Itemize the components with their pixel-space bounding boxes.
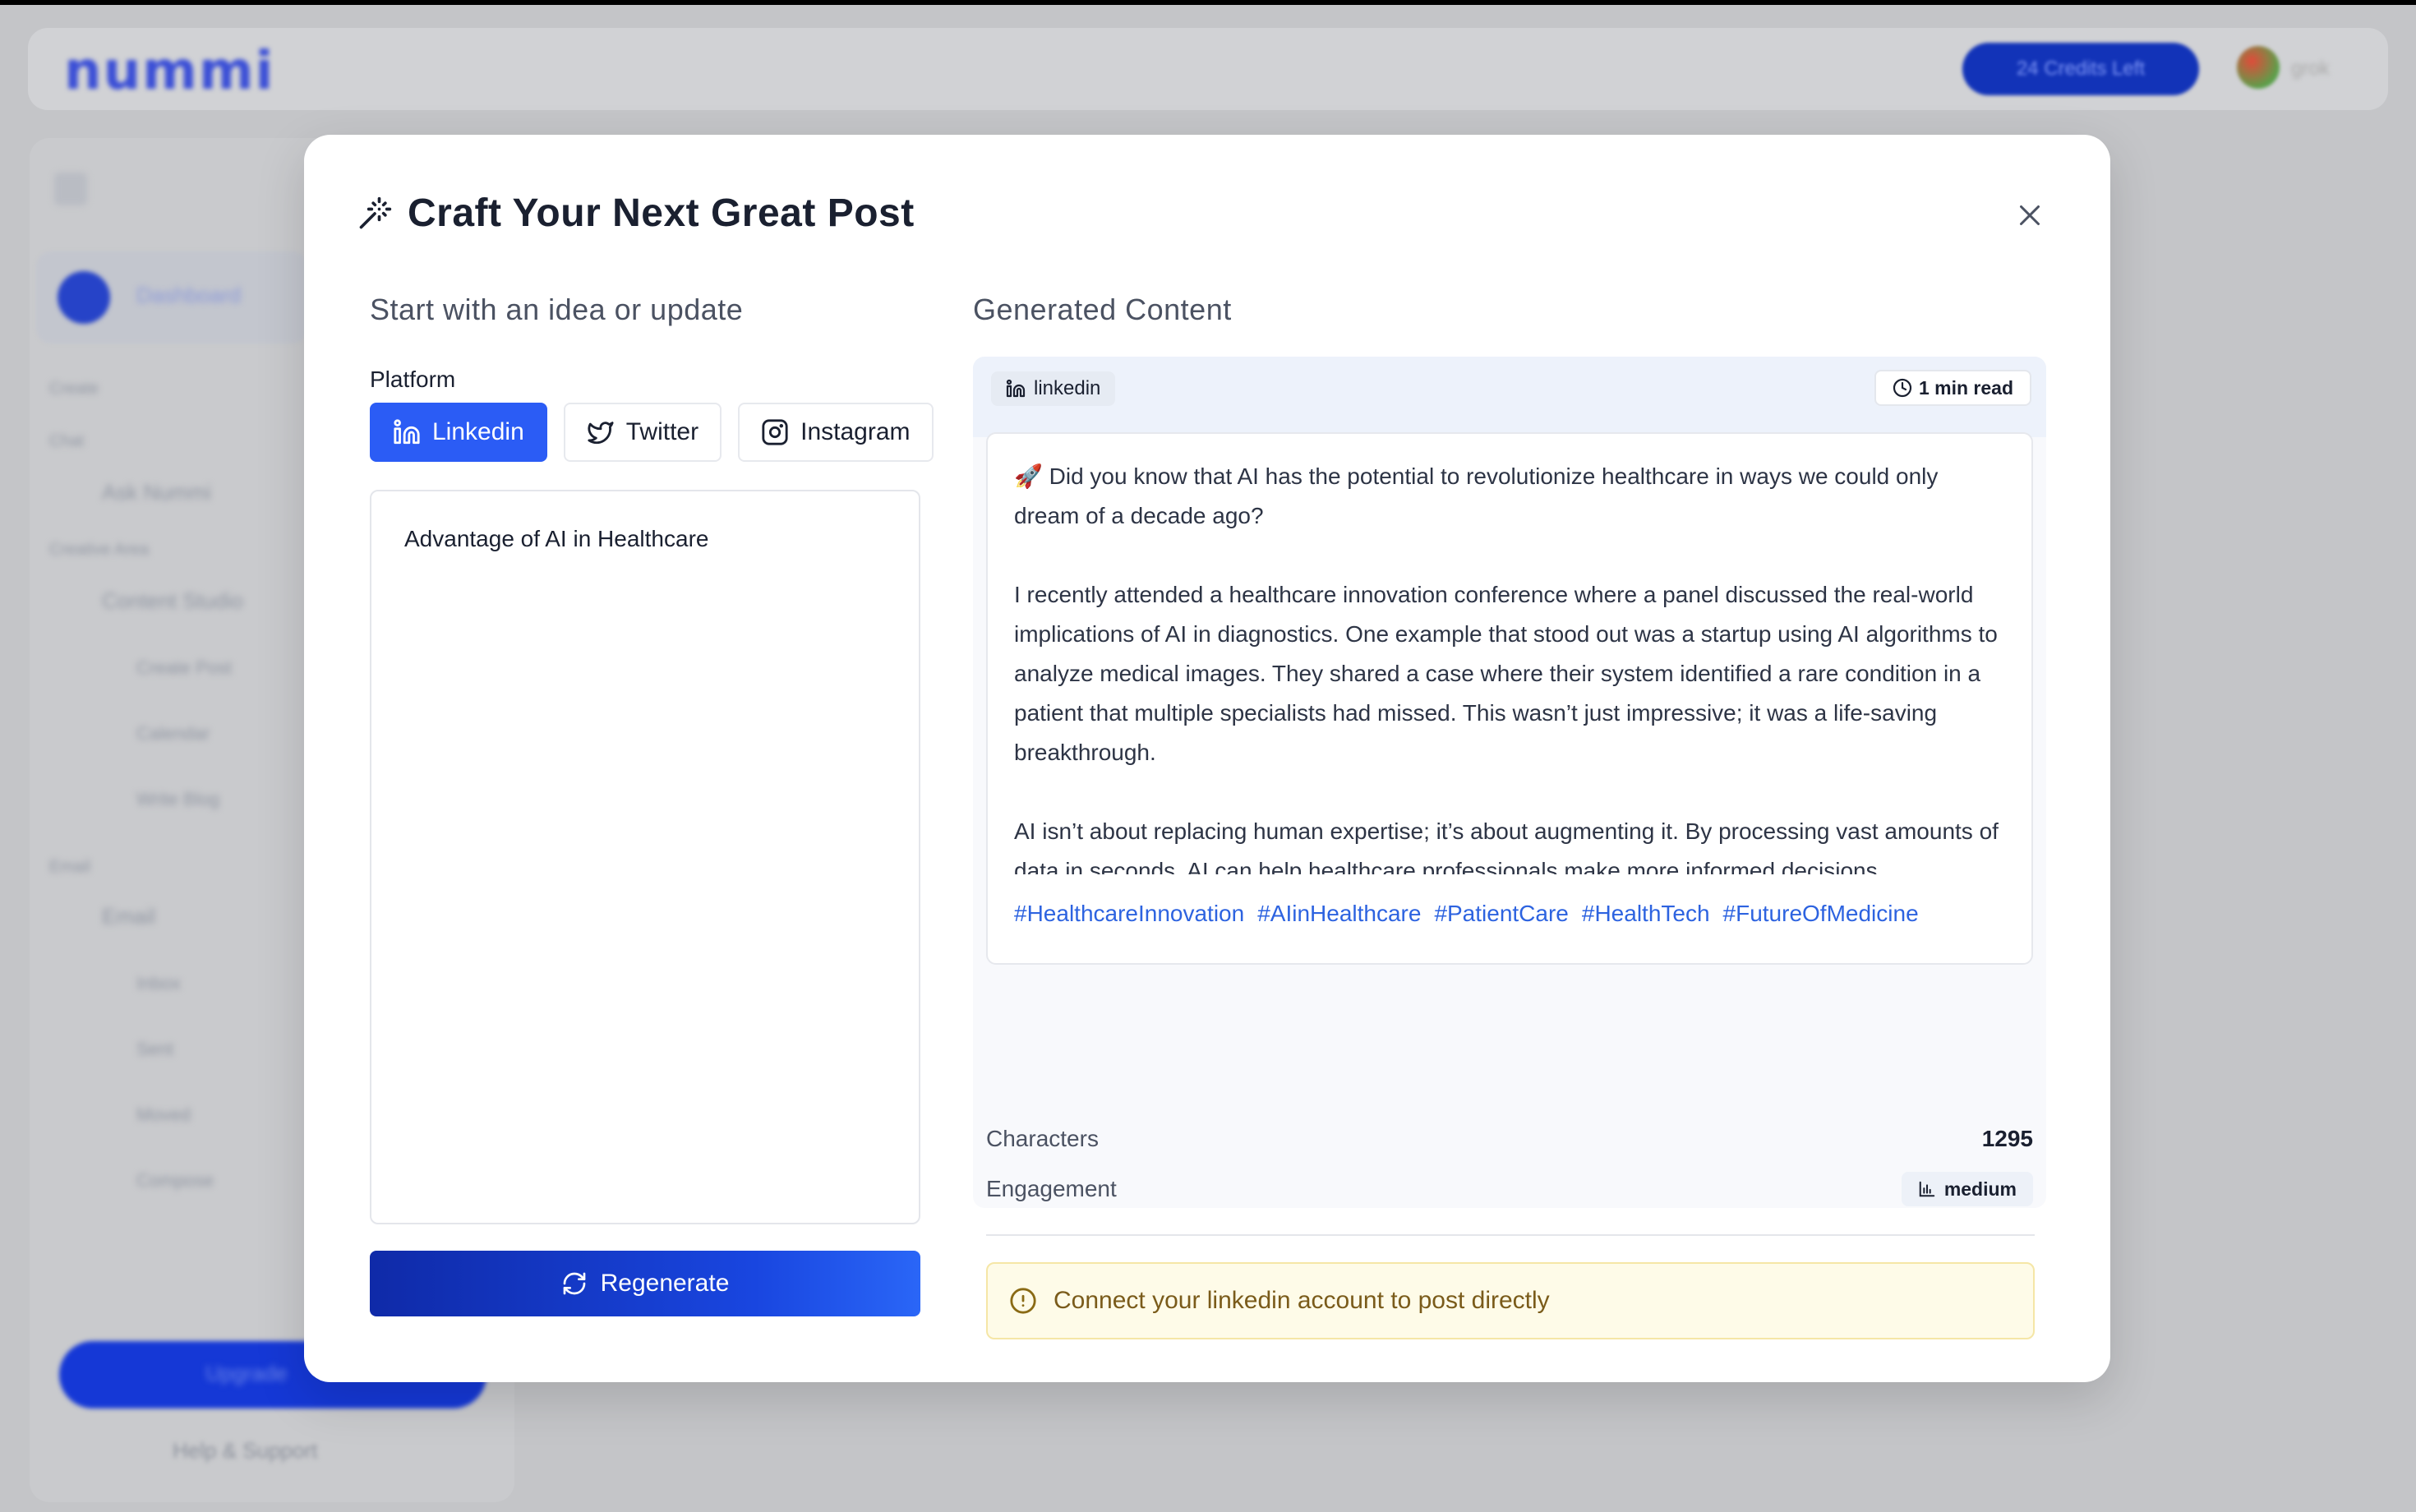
user-avatar[interactable] xyxy=(2237,46,2280,89)
hashtag-list: #HealthcareInnovation #AIinHealthcare #P… xyxy=(1014,901,1919,927)
generated-content-header: linkedin 1 min read xyxy=(973,357,2046,437)
tab-instagram-label: Instagram xyxy=(800,418,911,445)
engagement-badge: medium xyxy=(1901,1172,2033,1206)
sidebar-item-calendar[interactable]: Calendar xyxy=(136,723,210,756)
generated-content-panel: linkedin 1 min read 🚀 Did you know that … xyxy=(973,357,2046,1208)
platform-label: Platform xyxy=(370,366,456,392)
help-support-link[interactable]: Help & Support xyxy=(173,1438,317,1464)
post-text[interactable]: 🚀 Did you know that AI has the potential… xyxy=(1014,457,2008,874)
window-top-edge xyxy=(0,0,2416,5)
generated-post-card: 🚀 Did you know that AI has the potential… xyxy=(986,432,2033,965)
characters-count: 1295 xyxy=(1981,1126,2033,1151)
platform-chip: linkedin xyxy=(991,371,1116,406)
sidebar-item-sent[interactable]: Sent xyxy=(136,1039,173,1072)
idea-section-heading: Start with an idea or update xyxy=(370,293,744,326)
tab-linkedin-label: Linkedin xyxy=(432,418,524,445)
section-divider xyxy=(986,1234,2035,1236)
post-paragraph: I recently attended a healthcare innovat… xyxy=(1014,582,1998,765)
sidebar-section-chat: Chat xyxy=(49,432,85,450)
close-icon[interactable] xyxy=(2015,201,2045,230)
sidebar-item-compose[interactable]: Compose xyxy=(136,1170,214,1203)
hashtag: #PatientCare xyxy=(1434,901,1569,926)
hashtag: #HealthTech xyxy=(1581,901,1710,926)
regenerate-button[interactable]: Regenerate xyxy=(370,1251,920,1316)
app-logo: nummi xyxy=(64,41,275,102)
read-time-chip: 1 min read xyxy=(1874,370,2031,406)
alert-circle-icon xyxy=(1010,1288,1036,1314)
engagement-value: medium xyxy=(1943,1178,2017,1200)
tab-twitter[interactable]: Twitter xyxy=(563,403,722,462)
create-post-modal: Craft Your Next Great Post Start with an… xyxy=(304,135,2110,1382)
tab-linkedin[interactable]: Linkedin xyxy=(370,403,547,462)
engagement-row: Engagement medium xyxy=(986,1172,2033,1206)
sidebar-toggle-icon[interactable] xyxy=(54,173,87,205)
sidebar-item-inbox[interactable]: Inbox xyxy=(136,973,181,1006)
sidebar-section-creative-area: Creative Area xyxy=(49,541,150,559)
sidebar-item-create-post[interactable]: Create Post xyxy=(136,657,232,690)
hashtag: #HealthcareInnovation xyxy=(1014,901,1245,926)
tab-instagram[interactable]: Instagram xyxy=(738,403,934,462)
sidebar-item-dashboard[interactable]: Dashboard xyxy=(136,283,241,316)
hashtag: #AIinHealthcare xyxy=(1257,901,1422,926)
connect-account-alert: Connect your linkedin account to post di… xyxy=(986,1262,2035,1339)
upgrade-button-label: Upgrade xyxy=(205,1361,288,1385)
linkedin-icon xyxy=(1006,379,1026,398)
post-paragraph: 🚀 Did you know that AI has the potential… xyxy=(1014,463,1939,528)
bar-chart-icon xyxy=(1919,1181,1935,1197)
platform-tabs: Linkedin Twitter Instagram xyxy=(370,403,934,462)
sidebar-item-ask-nummi[interactable]: Ask Nummi xyxy=(102,480,211,513)
clock-icon xyxy=(1893,378,1912,398)
credits-button[interactable]: 24 Credits Left xyxy=(1962,43,2199,95)
sidebar-item-email[interactable]: Email xyxy=(102,904,155,937)
generated-content-heading: Generated Content xyxy=(973,293,1232,326)
sidebar-item-content-studio[interactable]: Content Studio xyxy=(102,588,243,621)
post-paragraph: AI isn’t about replacing human expertise… xyxy=(1014,818,1999,874)
characters-label: Characters xyxy=(986,1126,1099,1151)
tab-twitter-label: Twitter xyxy=(625,418,699,445)
twitter-icon xyxy=(588,422,614,445)
magic-wand-icon xyxy=(359,196,392,228)
sidebar-section-create: Create xyxy=(49,380,99,398)
read-time-label: 1 min read xyxy=(1918,376,2013,399)
sidebar-section-email: Email xyxy=(49,858,91,876)
platform-chip-label: linkedin xyxy=(1034,377,1101,399)
engagement-label: Engagement xyxy=(986,1176,1117,1201)
linkedin-icon xyxy=(394,419,420,445)
modal-title-row: Craft Your Next Great Post xyxy=(357,191,915,236)
sidebar-item-moved[interactable]: Moved xyxy=(136,1104,191,1137)
user-name: grok xyxy=(2291,58,2330,80)
idea-input[interactable]: Advantage of AI in Healthcare xyxy=(370,490,920,1224)
sidebar-item-write-blog[interactable]: Write Blog xyxy=(136,789,219,822)
hashtag: #FutureOfMedicine xyxy=(1722,901,1919,926)
characters-row: Characters 1295 xyxy=(986,1126,2033,1152)
refresh-icon xyxy=(563,1272,585,1295)
modal-title: Craft Your Next Great Post xyxy=(408,191,915,235)
dashboard-icon xyxy=(58,271,110,324)
alert-text: Connect your linkedin account to post di… xyxy=(1054,1287,1550,1314)
instagram-icon xyxy=(762,419,788,445)
regenerate-label: Regenerate xyxy=(600,1270,730,1297)
